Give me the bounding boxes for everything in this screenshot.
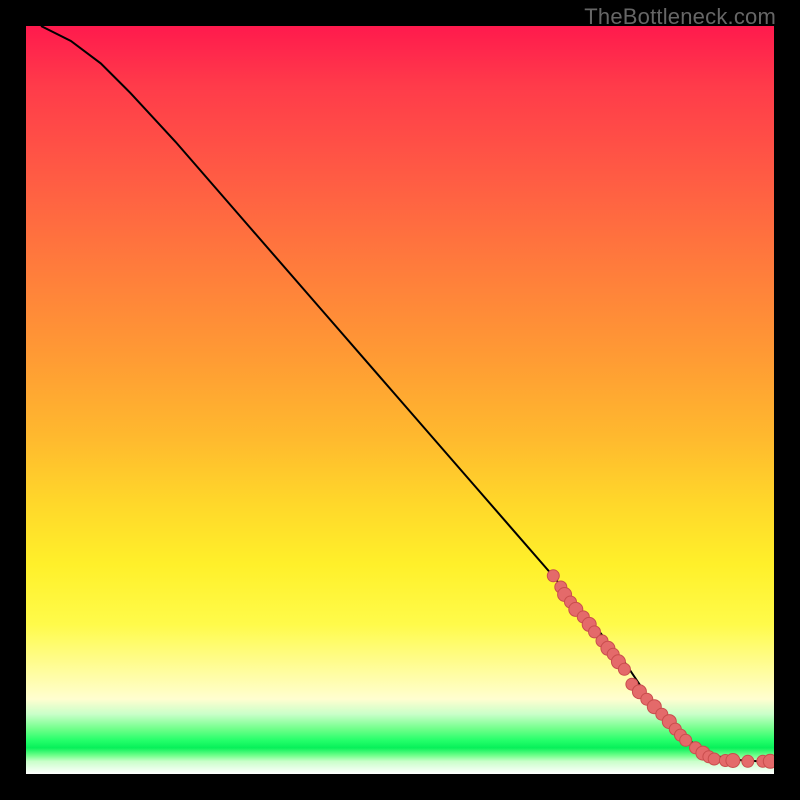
data-point xyxy=(726,754,740,768)
scatter-points xyxy=(547,570,774,769)
data-point xyxy=(547,570,559,582)
data-point xyxy=(763,754,774,768)
bottleneck-curve xyxy=(41,26,774,761)
chart-overlay xyxy=(26,26,774,774)
data-point xyxy=(742,755,754,767)
data-point xyxy=(708,753,720,765)
plot-area xyxy=(26,26,774,774)
chart-frame: TheBottleneck.com xyxy=(0,0,800,800)
data-point xyxy=(618,663,630,675)
